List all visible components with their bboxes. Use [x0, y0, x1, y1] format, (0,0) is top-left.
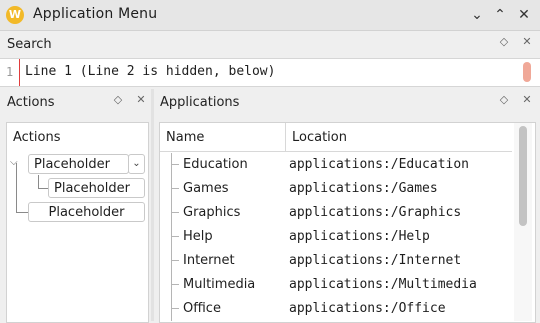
search-dock-close-button[interactable]: ✕ [520, 35, 534, 49]
table-row-location[interactable]: applications:/Office [289, 301, 446, 316]
scrollbar-thumb[interactable] [519, 126, 527, 226]
action-item-placeholder[interactable]: Placeholder [48, 178, 145, 198]
actions-dock-float-button[interactable]: ◇ [111, 93, 125, 107]
tree-connector [38, 188, 48, 189]
applications-dock-close-button[interactable]: ✕ [520, 93, 534, 107]
actions-tree-header: Actions [13, 130, 61, 145]
tree-connector [171, 308, 179, 309]
table-row-location[interactable]: applications:/Internet [289, 253, 461, 268]
table-row-location[interactable]: applications:/Graphics [289, 205, 461, 220]
table-row-name[interactable]: Games [183, 181, 228, 196]
table-row-name[interactable]: Internet [183, 253, 235, 268]
table-row-name[interactable]: Office [183, 301, 221, 316]
table-row-name[interactable]: Help [183, 229, 213, 244]
actions-dock-close-button[interactable]: ✕ [134, 93, 148, 107]
tree-connector [171, 284, 179, 285]
dock-splitter[interactable] [151, 89, 154, 321]
column-header-location[interactable]: Location [292, 130, 347, 145]
column-header-name[interactable]: Name [166, 130, 204, 145]
search-editor[interactable]: 1 Line 1 (Line 2 is hidden, below) [0, 58, 540, 87]
app-icon: W [6, 6, 24, 24]
table-row-location[interactable]: applications:/Multimedia [289, 277, 477, 292]
window-title: Application Menu [33, 6, 158, 22]
line-rule [19, 59, 20, 86]
tree-connector [171, 153, 172, 321]
line-number: 1 [6, 65, 14, 79]
close-window-button[interactable]: ✕ [514, 5, 534, 25]
tree-connector [38, 175, 39, 188]
tree-connector [171, 164, 179, 165]
column-divider[interactable] [285, 123, 286, 151]
applications-dock-float-button[interactable]: ◇ [497, 93, 511, 107]
applications-dock-title: Applications [160, 95, 240, 110]
action-item-placeholder[interactable]: Placeholder [28, 202, 145, 222]
actions-dock-title: Actions [7, 95, 55, 110]
search-dock-title: Search [7, 37, 52, 52]
table-row-location[interactable]: applications:/Education [289, 157, 469, 172]
action-item-placeholder[interactable]: Placeholder [28, 154, 129, 174]
tree-connector [16, 163, 17, 213]
tree-connector [171, 188, 179, 189]
action-dropdown-button[interactable]: ⌄ [128, 154, 145, 174]
editor-scrollbar[interactable] [523, 62, 531, 82]
applications-table [159, 122, 536, 323]
tree-connector [16, 212, 28, 213]
search-dock-float-button[interactable]: ◇ [497, 35, 511, 49]
chevron-down-icon[interactable]: ⌵ [10, 157, 18, 168]
maximize-button[interactable]: ⌃ [490, 5, 510, 25]
tree-connector [171, 260, 179, 261]
table-row-location[interactable]: applications:/Games [289, 181, 438, 196]
table-row-name[interactable]: Education [183, 157, 248, 172]
table-row-location[interactable]: applications:/Help [289, 229, 430, 244]
table-row-name[interactable]: Multimedia [183, 277, 255, 292]
minimize-button[interactable]: ⌄ [467, 5, 487, 25]
tree-connector [171, 212, 179, 213]
editor-text[interactable]: Line 1 (Line 2 is hidden, below) [25, 64, 275, 79]
table-row-name[interactable]: Graphics [183, 205, 240, 220]
tree-connector [171, 236, 179, 237]
